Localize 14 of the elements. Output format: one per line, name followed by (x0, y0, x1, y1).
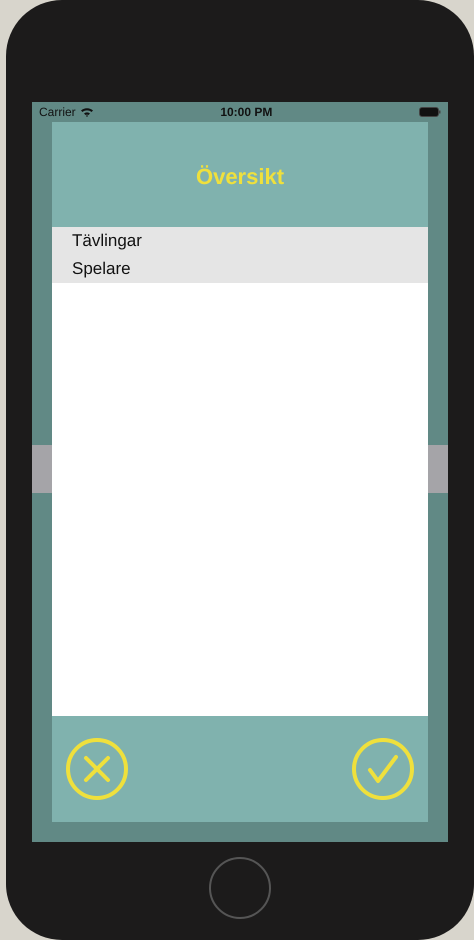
checkmark-icon (351, 737, 415, 801)
cancel-button[interactable] (65, 737, 129, 801)
time-label: 10:00 PM (219, 104, 274, 121)
list-row[interactable]: Tävlingar (52, 227, 428, 255)
carrier-label: Carrier (39, 104, 76, 121)
side-overlay-band (32, 445, 52, 493)
confirm-button[interactable] (351, 737, 415, 801)
wifi-icon (80, 107, 94, 117)
list-row[interactable]: Spelare (52, 255, 428, 283)
side-overlay-band (428, 445, 448, 493)
header-title: Översikt (196, 162, 284, 190)
cancel-icon (65, 737, 129, 801)
home-button[interactable] (209, 857, 271, 919)
battery-icon (419, 107, 441, 117)
